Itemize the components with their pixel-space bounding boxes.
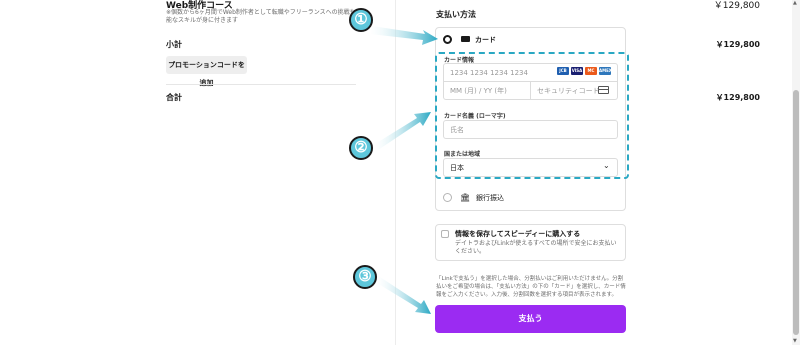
callout-badge-3: ③ — [353, 265, 377, 289]
callout-arrow-1 — [370, 26, 438, 45]
callout-arrow-2 — [375, 112, 431, 150]
callout-arrow-3 — [377, 277, 431, 314]
callout-badge-2: ② — [349, 136, 373, 160]
callout-badge-1: ① — [349, 8, 373, 32]
callout-arrows — [370, 26, 438, 314]
